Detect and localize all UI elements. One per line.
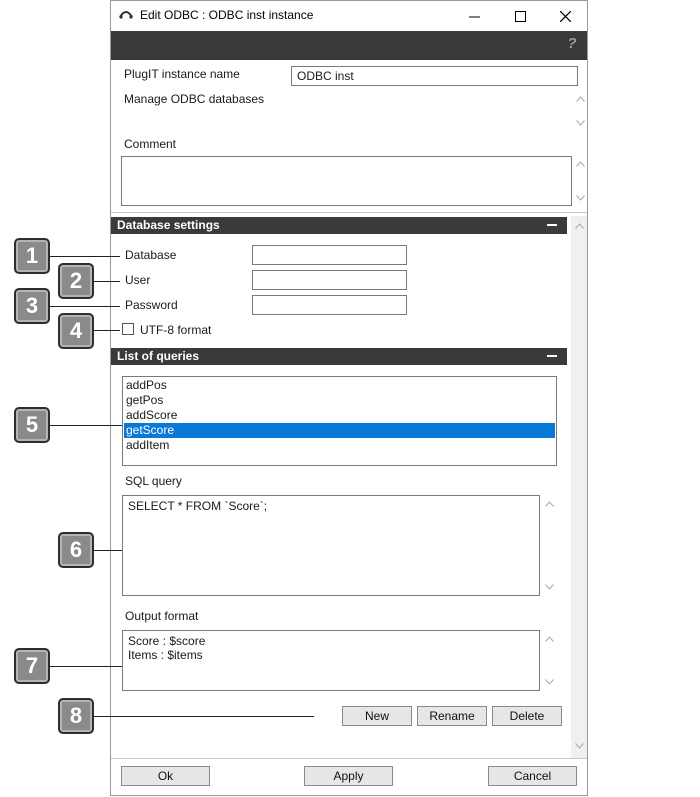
- user-input[interactable]: [252, 270, 407, 290]
- sql-query-textarea[interactable]: SELECT * FROM `Score`;: [122, 495, 540, 596]
- callout-badge: 3: [14, 288, 50, 324]
- description-text: Manage ODBC databases: [124, 92, 265, 106]
- callout-badge: 6: [58, 532, 94, 568]
- callout-badge: 5: [14, 407, 50, 443]
- output-line: Items : $items: [128, 648, 203, 662]
- scroll-down-icon[interactable]: [542, 676, 556, 688]
- panel-scrollbar[interactable]: [571, 216, 587, 758]
- app-icon: [119, 11, 133, 19]
- scroll-down-icon[interactable]: [573, 117, 587, 129]
- callout-line: [94, 281, 120, 282]
- scroll-up-icon[interactable]: [573, 93, 587, 105]
- callout-line: [94, 716, 314, 717]
- password-label: Password: [125, 298, 178, 312]
- callout-badge: 2: [58, 263, 94, 299]
- callout-badge: 8: [58, 698, 94, 734]
- database-settings-title: Database settings: [117, 218, 220, 232]
- callout-line: [94, 330, 120, 331]
- utf8-checkbox[interactable]: [122, 323, 134, 335]
- minimize-icon: [468, 16, 480, 17]
- close-icon: [559, 10, 571, 22]
- scroll-up-icon[interactable]: [573, 158, 587, 170]
- collapse-icon[interactable]: [547, 355, 557, 357]
- callout-badge: 7: [14, 648, 50, 684]
- cancel-button[interactable]: Cancel: [488, 766, 577, 786]
- delete-query-button[interactable]: Delete: [492, 706, 562, 726]
- database-settings-header[interactable]: Database settings: [111, 217, 567, 234]
- query-item[interactable]: addScore: [124, 408, 555, 423]
- sql-scrollbar[interactable]: [542, 495, 556, 596]
- queries-header[interactable]: List of queries: [111, 348, 567, 365]
- description-scrollbar[interactable]: [573, 92, 587, 130]
- close-button[interactable]: [542, 1, 588, 31]
- divider: [111, 212, 587, 213]
- new-query-button[interactable]: New: [342, 706, 412, 726]
- output-format-textarea[interactable]: Score : $score Items : $items: [122, 630, 540, 691]
- apply-button[interactable]: Apply: [304, 766, 393, 786]
- rename-query-button[interactable]: Rename: [417, 706, 487, 726]
- minimize-button[interactable]: [451, 1, 497, 31]
- callout-badge: 1: [14, 238, 50, 274]
- callout-line: [50, 306, 120, 307]
- scroll-down-icon[interactable]: [573, 192, 587, 204]
- window-title: Edit ODBC : ODBC inst instance: [140, 8, 314, 22]
- comment-label: Comment: [124, 137, 177, 151]
- scroll-up-icon[interactable]: [572, 220, 586, 232]
- query-item[interactable]: getPos: [124, 393, 555, 408]
- output-format-label: Output format: [125, 609, 199, 623]
- password-input[interactable]: [252, 295, 407, 315]
- output-scrollbar[interactable]: [542, 630, 556, 691]
- query-item-selected[interactable]: getScore: [124, 423, 555, 438]
- callout-line: [94, 550, 122, 551]
- footer-divider: [111, 758, 587, 759]
- maximize-icon: [514, 10, 526, 22]
- maximize-button[interactable]: [497, 1, 543, 31]
- ok-button[interactable]: Ok: [121, 766, 210, 786]
- comment-scrollbar[interactable]: [573, 156, 587, 206]
- help-icon[interactable]: ?: [563, 35, 581, 53]
- scroll-down-icon[interactable]: [542, 581, 556, 593]
- toolbar-bar: [111, 31, 587, 60]
- query-item[interactable]: addPos: [124, 378, 555, 393]
- instance-name-input[interactable]: ODBC inst: [291, 66, 578, 86]
- database-input[interactable]: [252, 245, 407, 265]
- callout-line: [50, 666, 122, 667]
- instance-name-label: PlugIT instance name: [124, 67, 240, 81]
- queries-title: List of queries: [117, 349, 200, 363]
- output-line: Score : $score: [128, 634, 206, 648]
- callout-line: [50, 425, 122, 426]
- callout-badge: 4: [58, 313, 94, 349]
- query-listbox[interactable]: addPos getPos addScore getScore addItem: [122, 376, 557, 466]
- utf8-label: UTF-8 format: [140, 323, 212, 337]
- user-label: User: [125, 273, 151, 287]
- query-item[interactable]: addItem: [124, 438, 555, 453]
- scroll-up-icon[interactable]: [542, 498, 556, 510]
- database-label: Database: [125, 248, 177, 262]
- scroll-down-icon[interactable]: [572, 740, 586, 752]
- comment-textarea[interactable]: [121, 156, 572, 206]
- scroll-up-icon[interactable]: [542, 633, 556, 645]
- collapse-icon[interactable]: [547, 224, 557, 226]
- sql-query-label: SQL query: [125, 474, 182, 488]
- callout-line: [50, 256, 120, 257]
